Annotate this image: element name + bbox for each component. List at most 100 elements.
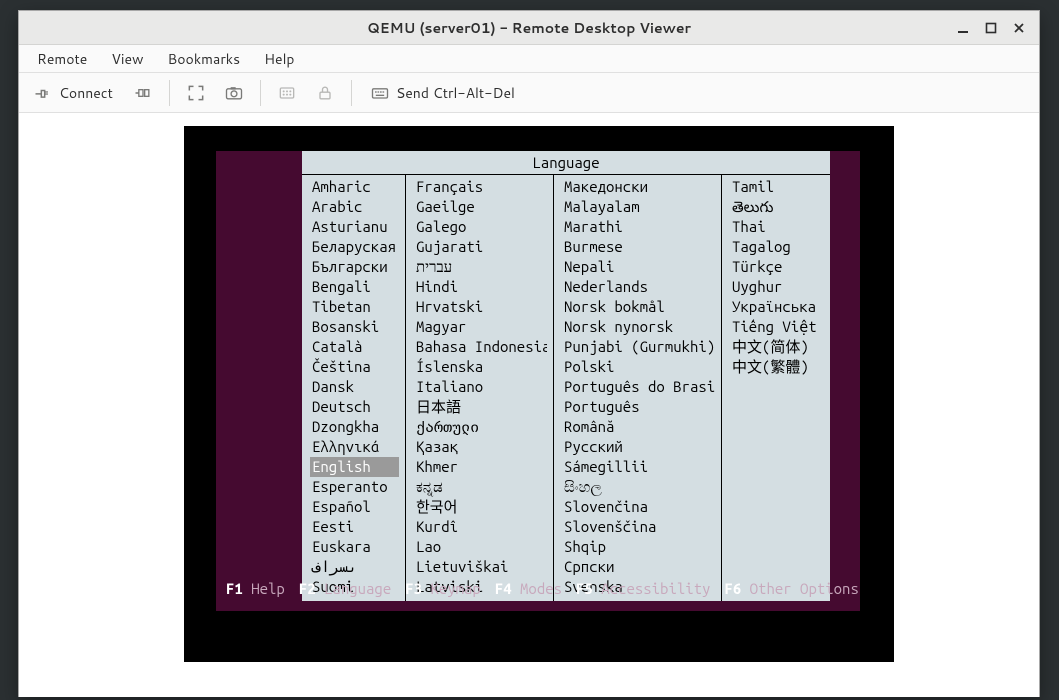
language-option[interactable]: Tagalog	[730, 237, 824, 257]
language-option[interactable]: 中文(简体)	[730, 337, 824, 357]
toolbar-separator	[260, 80, 261, 106]
language-option[interactable]: Tamil	[730, 177, 824, 197]
language-option[interactable]: עברית	[414, 257, 547, 277]
language-option[interactable]: Deutsch	[310, 397, 399, 417]
language-option[interactable]: Tibetan	[310, 297, 399, 317]
language-option[interactable]: Català	[310, 337, 399, 357]
language-option[interactable]: Norsk nynorsk	[562, 317, 715, 337]
language-option[interactable]: Türkçe	[730, 257, 824, 277]
language-option[interactable]: Bengali	[310, 277, 399, 297]
menu-remote[interactable]: Remote	[25, 45, 99, 73]
language-option[interactable]: Kurdî	[414, 517, 547, 537]
language-option[interactable]: Shqip	[562, 537, 715, 557]
language-option[interactable]: Bosanski	[310, 317, 399, 337]
maximize-button[interactable]	[977, 14, 1005, 42]
view-only-button[interactable]	[269, 76, 305, 110]
language-option[interactable]: Italiano	[414, 377, 547, 397]
language-option[interactable]: Български	[310, 257, 399, 277]
language-option[interactable]: Lietuviškai	[414, 557, 547, 577]
language-option[interactable]: Sámegillii	[562, 457, 715, 477]
menu-help[interactable]: Help	[252, 45, 306, 73]
language-option[interactable]: Amharic	[310, 177, 399, 197]
language-option[interactable]: Português do Brasil	[562, 377, 715, 397]
language-option[interactable]: ಕನ್ನಡ	[414, 477, 547, 497]
language-option[interactable]: 日本語	[414, 397, 547, 417]
language-column: TamilతెలుగుThaiTagalogTürkçeUyghurУкраїн…	[722, 175, 830, 601]
fkey-key[interactable]: F6	[724, 580, 749, 597]
language-option[interactable]: English	[310, 457, 399, 477]
language-option[interactable]: Français	[414, 177, 547, 197]
language-option[interactable]: Khmer	[414, 457, 547, 477]
language-option[interactable]: Thai	[730, 217, 824, 237]
language-option[interactable]: Español	[310, 497, 399, 517]
language-option[interactable]: ქართული	[414, 417, 547, 437]
language-option[interactable]: Dansk	[310, 377, 399, 397]
language-option[interactable]: Uyghur	[730, 277, 824, 297]
language-option[interactable]: 한국어	[414, 497, 547, 517]
fkey-label: Other Options	[750, 580, 859, 597]
language-option[interactable]: Gaeilge	[414, 197, 547, 217]
language-option[interactable]: Íslenska	[414, 357, 547, 377]
scaling-button[interactable]	[307, 76, 343, 110]
language-option[interactable]: Nederlands	[562, 277, 715, 297]
language-option[interactable]: Ελληνικά	[310, 437, 399, 457]
minimize-button[interactable]	[949, 14, 977, 42]
language-option[interactable]: Hrvatski	[414, 297, 547, 317]
menu-view[interactable]: View	[99, 45, 155, 73]
language-option[interactable]: Беларуская	[310, 237, 399, 257]
language-option[interactable]: Nepali	[562, 257, 715, 277]
language-option[interactable]: తెలుగు	[730, 197, 824, 217]
close-button[interactable]	[1005, 14, 1033, 42]
language-option[interactable]: Marathi	[562, 217, 715, 237]
send-cad-button[interactable]: Send Ctrl-Alt-Del	[360, 76, 525, 110]
fkey-key[interactable]: F1	[226, 580, 251, 597]
language-option[interactable]: Gujarati	[414, 237, 547, 257]
language-option[interactable]: Português	[562, 397, 715, 417]
language-option[interactable]: Bahasa Indonesia	[414, 337, 547, 357]
fkey-key[interactable]: F5	[576, 580, 601, 597]
fkey-key[interactable]: F2	[299, 580, 324, 597]
language-option[interactable]: Polski	[562, 357, 715, 377]
language-option[interactable]: Burmese	[562, 237, 715, 257]
language-option[interactable]: Română	[562, 417, 715, 437]
disconnect-button[interactable]	[125, 76, 161, 110]
language-option[interactable]: Galego	[414, 217, 547, 237]
language-option[interactable]: Lao	[414, 537, 547, 557]
fullscreen-button[interactable]	[178, 76, 214, 110]
menu-bookmarks[interactable]: Bookmarks	[156, 45, 253, 73]
remote-viewport[interactable]: Language AmharicArabicAsturianuБеларуска…	[19, 113, 1039, 697]
language-option[interactable]: Punjabi (Gurmukhi)	[562, 337, 715, 357]
language-option[interactable]: Magyar	[414, 317, 547, 337]
language-option[interactable]: Қазақ	[414, 437, 547, 457]
screenshot-button[interactable]	[216, 76, 252, 110]
camera-icon	[224, 83, 244, 103]
language-option[interactable]: Српски	[562, 557, 715, 577]
language-option[interactable]: Čeština	[310, 357, 399, 377]
language-option[interactable]: Dzongkha	[310, 417, 399, 437]
language-option[interactable]: Arabic	[310, 197, 399, 217]
toolbar-separator	[351, 80, 352, 106]
language-option[interactable]: Tiếng Việt	[730, 317, 824, 337]
language-option[interactable]: සිංහල	[562, 477, 715, 497]
language-option[interactable]: Hindi	[414, 277, 547, 297]
language-option[interactable]: Esperanto	[310, 477, 399, 497]
language-option[interactable]: ىسراف	[310, 557, 399, 577]
language-option[interactable]: Malayalam	[562, 197, 715, 217]
language-option[interactable]: Eesti	[310, 517, 399, 537]
language-option[interactable]: Slovenščina	[562, 517, 715, 537]
language-option[interactable]: Norsk bokmål	[562, 297, 715, 317]
menubar: Remote View Bookmarks Help	[19, 45, 1039, 73]
language-option[interactable]: Euskara	[310, 537, 399, 557]
language-option[interactable]: 中文(繁體)	[730, 357, 824, 377]
connect-button[interactable]: Connect	[23, 76, 123, 110]
window-controls	[949, 11, 1033, 45]
fkey-label: Help	[251, 580, 285, 597]
language-option[interactable]: Українська	[730, 297, 824, 317]
language-option[interactable]: Македонски	[562, 177, 715, 197]
view-only-icon	[277, 83, 297, 103]
language-option[interactable]: Русский	[562, 437, 715, 457]
fkey-key[interactable]: F3	[405, 580, 430, 597]
fkey-key[interactable]: F4	[495, 580, 520, 597]
language-option[interactable]: Asturianu	[310, 217, 399, 237]
language-option[interactable]: Slovenčina	[562, 497, 715, 517]
